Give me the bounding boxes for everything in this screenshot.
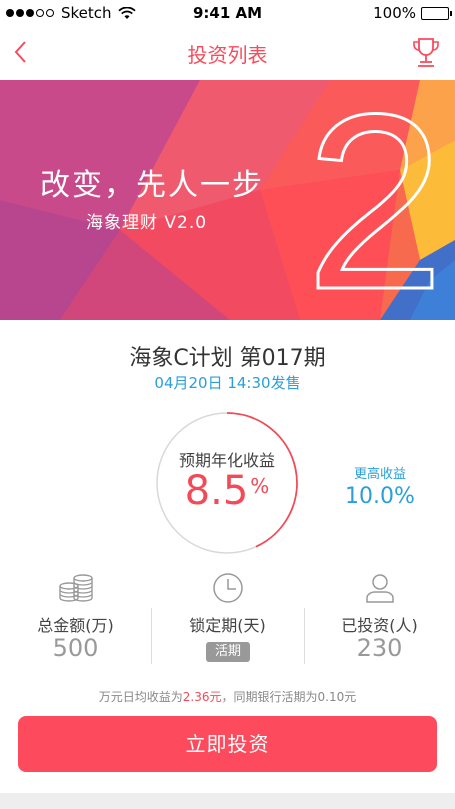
stat-value: 500 <box>52 634 99 662</box>
rate-number: 8.5 <box>184 468 249 514</box>
stat-value: 230 <box>356 634 403 662</box>
page-title: 投资列表 <box>187 43 268 67</box>
higher-rate-label[interactable]: 更高收益 <box>340 463 420 482</box>
earnings-suffix: ，同期银行活期为0.10元 <box>221 690 357 704</box>
invest-now-button[interactable]: 立即投资 <box>18 716 437 772</box>
rate-unit: % <box>250 474 270 498</box>
product-name: 海象C计划 第017期 <box>129 346 326 371</box>
stat-lock-period: 锁定期(天) 活期 <box>152 570 303 670</box>
coins-icon <box>59 574 93 602</box>
user-icon <box>366 574 394 603</box>
stat-total-amount: 总金额(万) 500 <box>0 570 151 670</box>
trophy-icon[interactable] <box>411 36 441 68</box>
rate-value: 8.5% <box>154 468 300 514</box>
battery-percent: 100% <box>373 4 416 22</box>
banner-big-number: 2 <box>305 80 444 320</box>
stats-row: 总金额(万) 500 锁定期(天) 活期 已投资(人) 230 <box>0 570 455 670</box>
banner-slogan: 改变，先人一步 <box>40 168 264 203</box>
status-bar: Sketch 9:41 AM 100% <box>0 0 455 26</box>
higher-rate-value[interactable]: 10.0% <box>330 484 430 509</box>
clock-icon <box>213 573 243 603</box>
promo-banner[interactable]: 2 改变，先人一步 海象理财 V2.0 <box>0 80 455 320</box>
stat-label: 总金额(万) <box>37 616 114 635</box>
stat-investors: 已投资(人) 230 <box>304 570 455 670</box>
battery-icon <box>421 6 452 20</box>
status-right: 100% <box>373 4 452 22</box>
lock-period-badge: 活期 <box>206 642 250 662</box>
bottom-strip <box>0 793 455 809</box>
stat-label: 锁定期(天) <box>189 616 266 635</box>
earnings-note: 万元日均收益为2.36元，同期银行活期为0.10元 <box>0 688 455 705</box>
nav-bar: 投资列表 <box>0 26 455 78</box>
earnings-amount: 2.36元 <box>182 690 222 704</box>
sale-time: 04月20日 14:30发售 <box>154 374 301 392</box>
banner-subtitle: 海象理财 V2.0 <box>86 213 208 233</box>
earnings-prefix: 万元日均收益为 <box>98 690 183 704</box>
stat-label: 已投资(人) <box>341 616 418 635</box>
